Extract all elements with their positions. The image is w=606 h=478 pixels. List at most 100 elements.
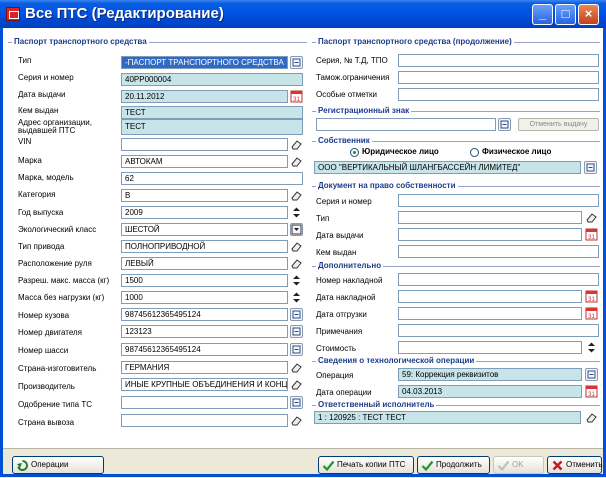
body-number-label: Номер кузова	[18, 311, 70, 320]
issue-date-field[interactable]: 20.11.2012	[121, 90, 288, 103]
waybill-number-label: Номер накладной	[316, 276, 383, 285]
notes-label: Примечания	[316, 327, 363, 336]
waybill-number-field[interactable]	[398, 273, 599, 286]
continue-button[interactable]: Продолжить	[417, 456, 490, 474]
cont-group-header: Паспорт транспортного средства (продолже…	[316, 37, 514, 46]
waybill-date-field[interactable]	[398, 290, 582, 303]
doc-issuer-field[interactable]	[398, 245, 599, 258]
special-marks-field[interactable]	[398, 88, 599, 101]
operation-field[interactable]: 59: Коррекция реквизитов	[398, 368, 582, 381]
calendar-icon: 31	[290, 90, 303, 103]
calendar-button[interactable]: 31	[290, 90, 303, 103]
list-button[interactable]	[290, 308, 303, 321]
eraser-button[interactable]	[290, 155, 303, 168]
title-bar[interactable]: Все ПТС (Редактирование) _ □ ×	[0, 0, 606, 28]
ok-button[interactable]: OK	[493, 456, 544, 474]
org-address-field[interactable]: ТЕСТ	[121, 119, 303, 135]
eraser-button[interactable]	[290, 378, 303, 391]
svg-text:31: 31	[588, 392, 595, 398]
chassis-number-field[interactable]: 98745612365495124	[121, 343, 288, 356]
eraser-button[interactable]	[585, 411, 598, 424]
close-button[interactable]: ×	[578, 4, 599, 25]
body-number-field[interactable]: 98745612365495124	[121, 308, 288, 321]
export-country-field[interactable]	[121, 414, 288, 427]
calendar-button[interactable]: 31	[585, 385, 598, 398]
operation-label: Операция	[316, 371, 354, 380]
cancel-button[interactable]: Отменить	[547, 456, 603, 474]
drive-type-field[interactable]: ПОЛНОПРИВОДНОЙ	[121, 240, 288, 253]
print-copy-button[interactable]: Печать копии ПТС	[318, 456, 414, 474]
type-approval-field[interactable]	[121, 396, 288, 409]
operation-date-field[interactable]: 04.03.2013	[398, 385, 582, 398]
country-maker-field[interactable]: ГЕРМАНИЯ	[121, 361, 288, 374]
calendar-button[interactable]: 31	[585, 228, 598, 241]
curb-mass-field[interactable]: 1000	[121, 291, 288, 304]
eco-class-field[interactable]: ШЕСТОЙ	[121, 223, 288, 236]
eraser-icon	[290, 257, 303, 270]
refresh-icon	[16, 459, 29, 478]
calendar-icon: 31	[585, 385, 598, 398]
list-button[interactable]	[585, 368, 598, 381]
reg-plate-field[interactable]	[316, 118, 496, 131]
eraser-button[interactable]	[585, 211, 598, 224]
brand-field[interactable]: АВТОКАМ	[121, 155, 288, 168]
steering-field[interactable]: ЛЕВЫЙ	[121, 257, 288, 270]
eraser-button[interactable]	[290, 361, 303, 374]
eraser-button[interactable]	[290, 414, 303, 427]
spinner-button[interactable]	[290, 274, 303, 287]
eraser-button[interactable]	[290, 240, 303, 253]
doc-series-field[interactable]	[398, 194, 599, 207]
responsible-field[interactable]: 1 : 120925 : ТЕСТ ТЕСТ	[314, 411, 581, 424]
minimize-button[interactable]: _	[532, 4, 553, 25]
list-icon	[291, 397, 302, 408]
category-field[interactable]: B	[121, 189, 288, 202]
cancel-issue-button[interactable]: Отменить выдачу	[518, 118, 599, 131]
print-copy-label: Печать копии ПТС	[337, 460, 406, 469]
operations-button[interactable]: Операции	[12, 456, 104, 474]
calendar-button[interactable]: 31	[585, 307, 598, 320]
list-button[interactable]	[290, 325, 303, 338]
doc-type-field[interactable]	[398, 211, 582, 224]
owner-group-header: Собственник	[316, 136, 372, 145]
vin-field[interactable]	[121, 138, 288, 151]
max-mass-field[interactable]: 1500	[121, 274, 288, 287]
spinner-button[interactable]	[585, 341, 598, 354]
eraser-button[interactable]	[290, 257, 303, 270]
check-icon	[421, 459, 434, 478]
manufacturer-field[interactable]: ИНЫЕ КРУПНЫЕ ОБЪЕДИНЕНИЯ И КОНЦЕ	[121, 378, 288, 391]
spinner-button[interactable]	[290, 291, 303, 304]
year-field[interactable]: 2009	[121, 206, 288, 219]
notes-field[interactable]	[398, 324, 599, 337]
list-button[interactable]	[584, 161, 597, 174]
issued-by-field[interactable]: ТЕСТ	[121, 106, 303, 119]
owner-field[interactable]: ООО "ВЕРТИКАЛЬНЫЙ ШЛАНГБАССЕЙН ЛИМИТЕД"	[314, 161, 581, 174]
eraser-button[interactable]	[290, 189, 303, 202]
svg-text:31: 31	[588, 235, 595, 241]
engine-number-field[interactable]: 123123	[121, 325, 288, 338]
list-button[interactable]	[290, 56, 303, 69]
model-field[interactable]: 62	[121, 172, 303, 185]
eraser-button[interactable]	[290, 138, 303, 151]
close-icon: ×	[584, 6, 593, 21]
doc-date-field[interactable]	[398, 228, 582, 241]
dropdown-button[interactable]	[290, 223, 303, 236]
customs-restr-label: Тамож.ограничения	[316, 73, 390, 82]
list-button[interactable]	[498, 118, 511, 131]
eraser-icon	[290, 361, 303, 374]
legal-entity-radio[interactable]	[350, 148, 359, 157]
resp-group-header: Ответственный исполнитель	[316, 400, 437, 409]
spinner-button[interactable]	[290, 206, 303, 219]
shipment-date-field[interactable]	[398, 307, 582, 320]
series-field[interactable]: 40PP000004	[121, 73, 303, 86]
list-icon	[586, 369, 597, 380]
calendar-button[interactable]: 31	[585, 290, 598, 303]
list-button[interactable]	[290, 396, 303, 409]
price-field[interactable]	[398, 341, 582, 354]
maximize-button[interactable]: □	[555, 4, 576, 25]
customs-doc-field[interactable]	[398, 54, 599, 67]
individual-radio[interactable]	[470, 148, 479, 157]
customs-restr-field[interactable]	[398, 71, 599, 84]
type-field[interactable]: -ПАСПОРТ ТРАНСПОРТНОГО СРЕДСТВА	[121, 56, 288, 69]
list-button[interactable]	[290, 343, 303, 356]
type-label: Тип	[18, 56, 32, 65]
